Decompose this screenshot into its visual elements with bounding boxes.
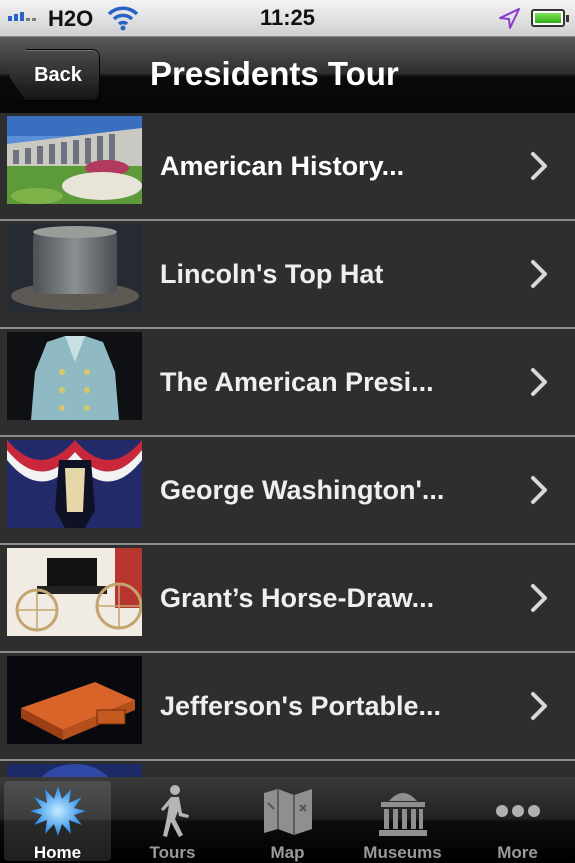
starburst-icon	[29, 786, 86, 836]
list-item-label: American History...	[160, 150, 405, 181]
museum-exterior-thumbnail	[7, 116, 142, 204]
chevron-right-icon	[531, 260, 547, 288]
tab-label: Home	[33, 843, 82, 862]
back-button[interactable]: Back	[8, 49, 100, 101]
list-item-label: Grant’s Horse-Draw...	[160, 582, 435, 613]
partially-visible-thumbnail	[7, 764, 142, 777]
folded-map-icon	[263, 789, 312, 835]
chevron-right-icon	[531, 692, 547, 720]
museum-building-icon	[378, 793, 427, 836]
page-title: Presidents Tour	[150, 55, 399, 92]
tour-list: American History... Lincoln's Top Hat Th…	[0, 113, 575, 777]
chevron-right-icon	[531, 368, 547, 396]
tab-tours[interactable]: Tours	[115, 777, 230, 863]
clock: 11:25	[259, 5, 316, 30]
battery-icon	[531, 9, 569, 27]
list-item[interactable]: George Washington'...	[0, 437, 575, 545]
ellipsis-icon	[495, 805, 540, 817]
chevron-right-icon	[531, 476, 547, 504]
tab-museums[interactable]: Museums	[345, 777, 460, 863]
chevron-right-icon	[531, 584, 547, 612]
list-item[interactable]: The American Presi...	[0, 329, 575, 437]
tab-more[interactable]: More	[460, 777, 575, 863]
list-item-label: The American Presi...	[160, 366, 434, 397]
tab-bar: Home Tours Map Museums More	[0, 777, 575, 863]
washington-uniform-thumbnail	[7, 440, 142, 528]
chevron-right-icon	[531, 152, 547, 180]
tab-label: More	[497, 843, 538, 862]
tab-label: Map	[270, 843, 305, 862]
presidential-garment-thumbnail	[7, 332, 142, 420]
portable-desk-thumbnail	[7, 656, 142, 744]
list-item[interactable]: Jefferson's Portable...	[0, 653, 575, 761]
list-item[interactable]	[0, 761, 575, 777]
list-item[interactable]: Lincoln's Top Hat	[0, 221, 575, 329]
list-item[interactable]: American History...	[0, 113, 575, 221]
list-item-label: Lincoln's Top Hat	[160, 258, 384, 289]
top-hat-thumbnail	[7, 224, 142, 312]
tab-map[interactable]: Map	[230, 777, 345, 863]
location-arrow-icon	[499, 8, 520, 29]
list-item-label: George Washington'...	[160, 474, 445, 505]
status-bar: H2O 11:25	[0, 0, 575, 37]
tab-home[interactable]: Home	[0, 777, 115, 863]
list-item[interactable]: Grant’s Horse-Draw...	[0, 545, 575, 653]
horse-drawn-carriage-thumbnail	[7, 548, 142, 636]
tab-label: Museums	[363, 843, 442, 862]
walking-person-icon	[160, 785, 189, 837]
tab-label: Tours	[149, 843, 196, 862]
list-item-label: Jefferson's Portable...	[160, 690, 442, 721]
navigation-bar: Back Presidents Tour	[0, 37, 575, 113]
